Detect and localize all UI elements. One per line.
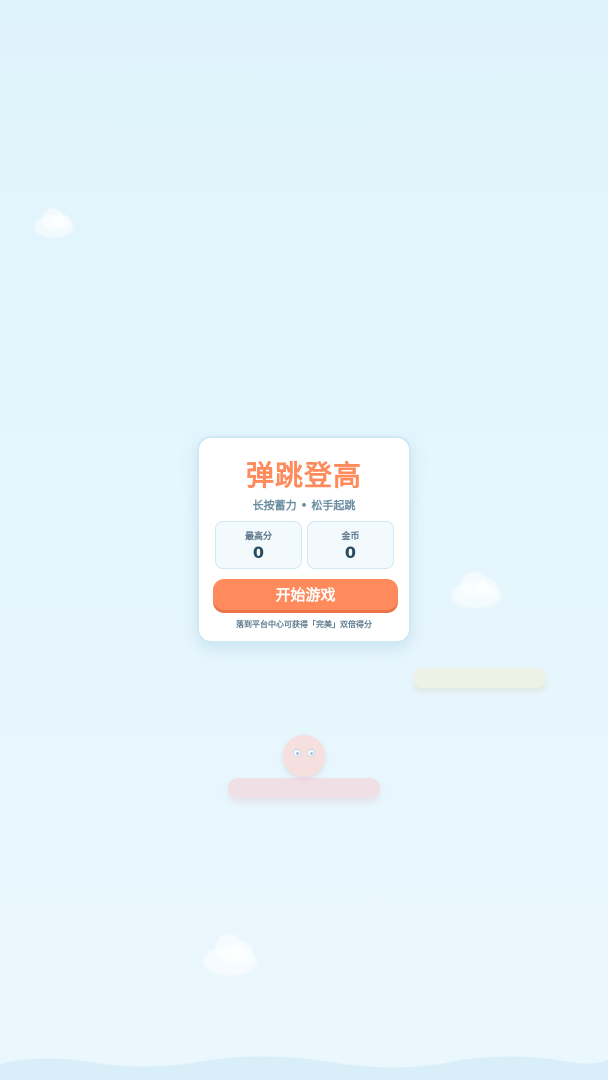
coins-label: 金币 bbox=[341, 532, 360, 542]
best-score-label: 最高分 bbox=[244, 532, 272, 542]
start-game-button[interactable]: 开始游戏 bbox=[213, 579, 398, 610]
best-score-value: 0 bbox=[252, 543, 265, 562]
coins-card: 金币 0 bbox=[307, 521, 394, 569]
perfect-landing-hint: 落到平台中心可获得「完美」双倍得分 bbox=[236, 620, 372, 629]
game-subtitle: 长按蓄力 • 松手起跳 bbox=[252, 499, 356, 512]
start-overlay: 弹跳登高 长按蓄力 • 松手起跳 最高分 0 金币 0 开始游戏 落到平台中心可… bbox=[0, 0, 608, 1080]
start-panel: 弹跳登高 长按蓄力 • 松手起跳 最高分 0 金币 0 开始游戏 落到平台中心可… bbox=[197, 436, 411, 643]
game-title: 弹跳登高 bbox=[245, 459, 362, 492]
best-score-card: 最高分 0 bbox=[215, 521, 302, 569]
coins-value: 0 bbox=[344, 543, 357, 562]
